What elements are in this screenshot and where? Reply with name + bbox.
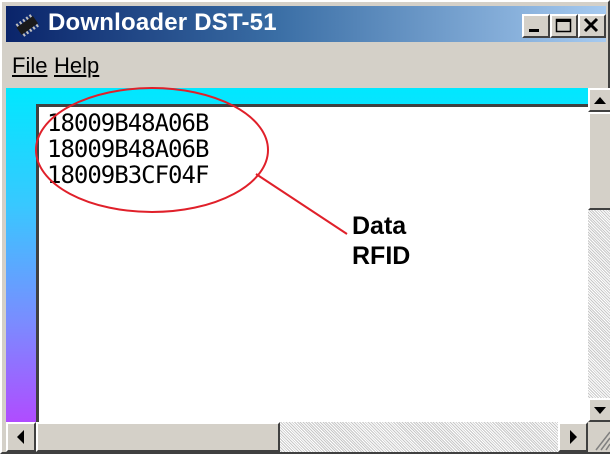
horizontal-scrollbar[interactable]	[6, 422, 588, 452]
data-line-3: 18009B3CF04F	[47, 161, 209, 189]
chip-icon	[15, 14, 39, 37]
scroll-down-button[interactable]	[588, 398, 610, 422]
annotation-label-data: Data	[352, 212, 407, 240]
arrow-left-icon	[17, 430, 24, 444]
vertical-scrollbar[interactable]	[588, 88, 610, 422]
maximize-button[interactable]	[550, 14, 578, 38]
vertical-scroll-thumb[interactable]	[588, 112, 610, 210]
size-grip[interactable]	[588, 422, 610, 452]
minimize-icon	[529, 29, 539, 32]
menu-help-label: Help	[54, 53, 100, 78]
data-textarea[interactable]: 18009B48A06B 18009B48A06B 18009B3CF04F	[36, 104, 588, 422]
resize-grip-icon	[595, 431, 610, 451]
scroll-up-button[interactable]	[588, 88, 610, 112]
scroll-right-button[interactable]	[558, 422, 588, 452]
scroll-left-button[interactable]	[6, 422, 36, 452]
arrow-up-icon	[594, 97, 606, 104]
annotation-label-rfid: RFID	[352, 242, 411, 270]
app-window: Downloader DST-51 File Help 18009B48A06B…	[0, 0, 610, 454]
menu-bar: File Help	[6, 46, 606, 84]
menu-help[interactable]: Help	[54, 53, 99, 79]
vertical-scroll-track[interactable]	[588, 210, 610, 398]
maximize-icon	[555, 18, 572, 33]
data-line-2: 18009B48A06B	[47, 135, 209, 163]
window-title: Downloader DST-51	[48, 9, 277, 36]
menu-file[interactable]: File	[12, 53, 47, 79]
arrow-down-icon	[594, 407, 606, 414]
close-button[interactable]	[578, 14, 606, 38]
horizontal-scroll-thumb[interactable]	[36, 422, 280, 452]
arrow-right-icon	[570, 430, 577, 444]
horizontal-scroll-track[interactable]	[280, 422, 558, 452]
title-bar[interactable]: Downloader DST-51	[6, 6, 606, 42]
minimize-button[interactable]	[522, 14, 550, 38]
data-line-1: 18009B48A06B	[47, 109, 209, 137]
menu-file-label: File	[12, 53, 48, 78]
close-icon	[583, 17, 599, 33]
gradient-panel: 18009B48A06B 18009B48A06B 18009B3CF04F	[6, 88, 588, 422]
